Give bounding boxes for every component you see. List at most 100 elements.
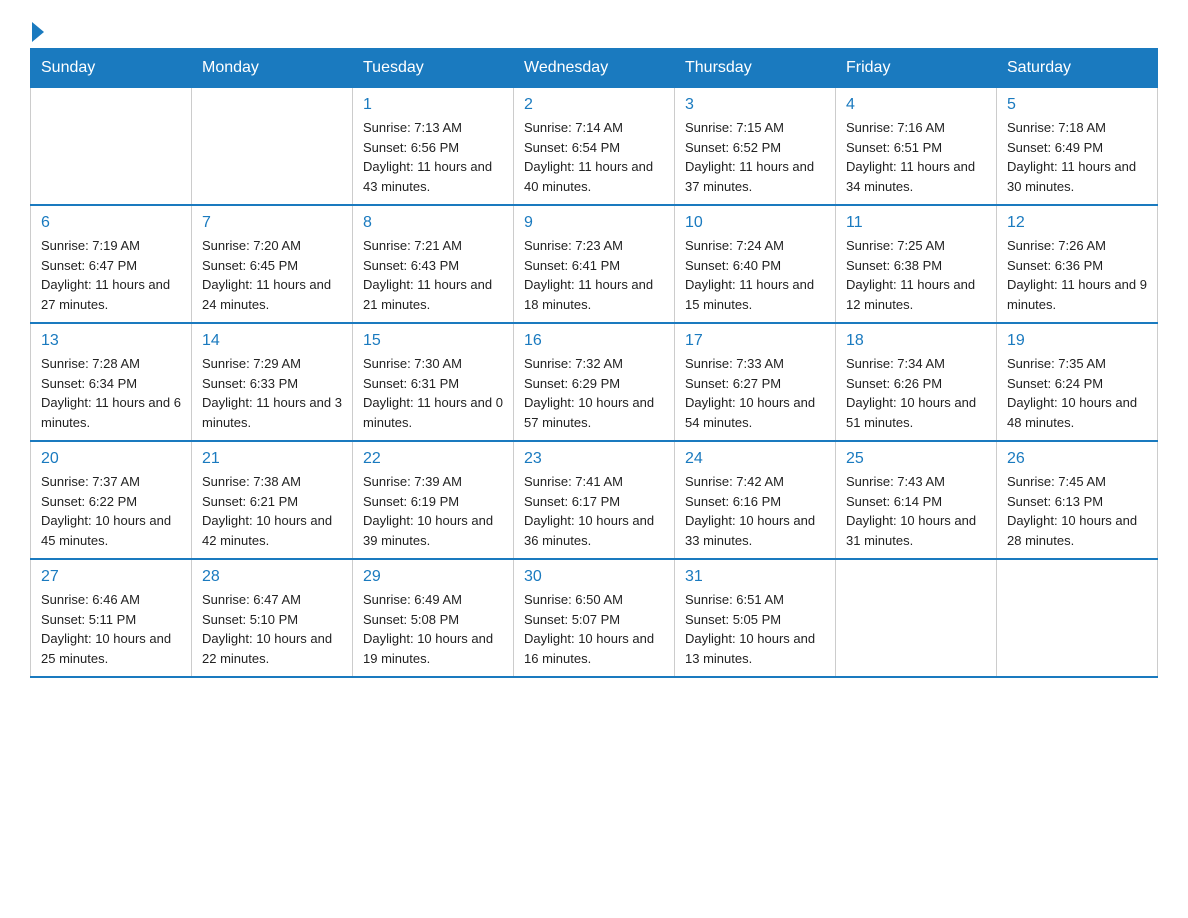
- day-number: 26: [1007, 450, 1147, 468]
- calendar-cell: 1 Sunrise: 7:13 AM Sunset: 6:56 PM Daylig…: [353, 88, 514, 206]
- page-header: [30, 20, 1158, 38]
- calendar-cell: 8 Sunrise: 7:21 AM Sunset: 6:43 PM Daylig…: [353, 205, 514, 323]
- weekday-header: Monday: [192, 49, 353, 88]
- calendar-cell: 13Sunrise: 7:28 AM Sunset: 6:34 PM Dayli…: [31, 323, 192, 441]
- day-number: 27: [41, 568, 181, 586]
- day-info: Sunrise: 7:21 AM Sunset: 6:43 PM Dayligh…: [363, 236, 503, 314]
- day-info: Sunrise: 7:35 AM Sunset: 6:24 PM Dayligh…: [1007, 354, 1147, 432]
- weekday-header: Friday: [836, 49, 997, 88]
- calendar-cell: 25Sunrise: 7:43 AM Sunset: 6:14 PM Dayli…: [836, 441, 997, 559]
- day-number: 23: [524, 450, 664, 468]
- day-info: Sunrise: 7:34 AM Sunset: 6:26 PM Dayligh…: [846, 354, 986, 432]
- calendar-cell: 31 Sunrise: 6:51 AM Sunset: 5:05 PM Dayli…: [675, 559, 836, 677]
- day-number: 14: [202, 332, 342, 350]
- day-number: 18: [846, 332, 986, 350]
- calendar-cell: 28 Sunrise: 6:47 AM Sunset: 5:10 PM Dayli…: [192, 559, 353, 677]
- day-info: Sunrise: 7:16 AM Sunset: 6:51 PM Dayligh…: [846, 118, 986, 196]
- day-number: 24: [685, 450, 825, 468]
- day-number: 1: [363, 96, 503, 114]
- day-number: 11: [846, 214, 986, 232]
- calendar-cell: 6Sunrise: 7:19 AM Sunset: 6:47 PM Daylig…: [31, 205, 192, 323]
- calendar-cell: 3 Sunrise: 7:15 AM Sunset: 6:52 PM Daylig…: [675, 88, 836, 206]
- logo-arrow-icon: [32, 22, 44, 42]
- calendar-header-row: SundayMondayTuesdayWednesdayThursdayFrid…: [31, 49, 1158, 88]
- day-info: Sunrise: 7:13 AM Sunset: 6:56 PM Dayligh…: [363, 118, 503, 196]
- day-number: 29: [363, 568, 503, 586]
- calendar-cell: [836, 559, 997, 677]
- calendar-week-row: 20 Sunrise: 7:37 AM Sunset: 6:22 PM Dayli…: [31, 441, 1158, 559]
- day-number: 22: [363, 450, 503, 468]
- weekday-header: Tuesday: [353, 49, 514, 88]
- day-info: Sunrise: 7:26 AM Sunset: 6:36 PM Dayligh…: [1007, 236, 1147, 314]
- calendar-cell: 29 Sunrise: 6:49 AM Sunset: 5:08 PM Dayli…: [353, 559, 514, 677]
- day-info: Sunrise: 7:42 AM Sunset: 6:16 PM Dayligh…: [685, 472, 825, 550]
- weekday-header: Saturday: [997, 49, 1158, 88]
- day-info: Sunrise: 7:14 AM Sunset: 6:54 PM Dayligh…: [524, 118, 664, 196]
- calendar-cell: 17 Sunrise: 7:33 AM Sunset: 6:27 PM Dayli…: [675, 323, 836, 441]
- day-info: Sunrise: 7:29 AM Sunset: 6:33 PM Dayligh…: [202, 354, 342, 432]
- calendar-cell: 21 Sunrise: 7:38 AM Sunset: 6:21 PM Dayli…: [192, 441, 353, 559]
- day-number: 2: [524, 96, 664, 114]
- calendar-cell: 11 Sunrise: 7:25 AM Sunset: 6:38 PM Dayli…: [836, 205, 997, 323]
- calendar-cell: 16Sunrise: 7:32 AM Sunset: 6:29 PM Dayli…: [514, 323, 675, 441]
- calendar-week-row: 27 Sunrise: 6:46 AM Sunset: 5:11 PM Dayli…: [31, 559, 1158, 677]
- day-number: 25: [846, 450, 986, 468]
- day-number: 15: [363, 332, 503, 350]
- day-number: 6: [41, 214, 181, 232]
- day-info: Sunrise: 6:49 AM Sunset: 5:08 PM Dayligh…: [363, 590, 503, 668]
- calendar-week-row: 1 Sunrise: 7:13 AM Sunset: 6:56 PM Daylig…: [31, 88, 1158, 206]
- weekday-header: Sunday: [31, 49, 192, 88]
- day-number: 12: [1007, 214, 1147, 232]
- day-number: 17: [685, 332, 825, 350]
- calendar-cell: 26 Sunrise: 7:45 AM Sunset: 6:13 PM Dayli…: [997, 441, 1158, 559]
- logo: [30, 20, 44, 38]
- day-info: Sunrise: 7:37 AM Sunset: 6:22 PM Dayligh…: [41, 472, 181, 550]
- day-number: 20: [41, 450, 181, 468]
- day-info: Sunrise: 6:46 AM Sunset: 5:11 PM Dayligh…: [41, 590, 181, 668]
- day-info: Sunrise: 7:32 AM Sunset: 6:29 PM Dayligh…: [524, 354, 664, 432]
- day-info: Sunrise: 7:30 AM Sunset: 6:31 PM Dayligh…: [363, 354, 503, 432]
- calendar-cell: 24 Sunrise: 7:42 AM Sunset: 6:16 PM Dayli…: [675, 441, 836, 559]
- day-number: 3: [685, 96, 825, 114]
- day-number: 10: [685, 214, 825, 232]
- calendar-cell: [997, 559, 1158, 677]
- day-info: Sunrise: 7:25 AM Sunset: 6:38 PM Dayligh…: [846, 236, 986, 314]
- day-info: Sunrise: 7:20 AM Sunset: 6:45 PM Dayligh…: [202, 236, 342, 314]
- day-info: Sunrise: 7:28 AM Sunset: 6:34 PM Dayligh…: [41, 354, 181, 432]
- day-number: 28: [202, 568, 342, 586]
- calendar-cell: 12 Sunrise: 7:26 AM Sunset: 6:36 PM Dayli…: [997, 205, 1158, 323]
- day-info: Sunrise: 7:33 AM Sunset: 6:27 PM Dayligh…: [685, 354, 825, 432]
- day-number: 8: [363, 214, 503, 232]
- calendar-cell: 2 Sunrise: 7:14 AM Sunset: 6:54 PM Daylig…: [514, 88, 675, 206]
- calendar-week-row: 6Sunrise: 7:19 AM Sunset: 6:47 PM Daylig…: [31, 205, 1158, 323]
- day-number: 5: [1007, 96, 1147, 114]
- day-info: Sunrise: 6:47 AM Sunset: 5:10 PM Dayligh…: [202, 590, 342, 668]
- day-info: Sunrise: 7:18 AM Sunset: 6:49 PM Dayligh…: [1007, 118, 1147, 196]
- day-number: 21: [202, 450, 342, 468]
- calendar-table: SundayMondayTuesdayWednesdayThursdayFrid…: [30, 48, 1158, 678]
- calendar-cell: 19Sunrise: 7:35 AM Sunset: 6:24 PM Dayli…: [997, 323, 1158, 441]
- calendar-cell: 22 Sunrise: 7:39 AM Sunset: 6:19 PM Dayli…: [353, 441, 514, 559]
- day-info: Sunrise: 7:38 AM Sunset: 6:21 PM Dayligh…: [202, 472, 342, 550]
- day-info: Sunrise: 6:50 AM Sunset: 5:07 PM Dayligh…: [524, 590, 664, 668]
- day-info: Sunrise: 7:24 AM Sunset: 6:40 PM Dayligh…: [685, 236, 825, 314]
- day-info: Sunrise: 7:41 AM Sunset: 6:17 PM Dayligh…: [524, 472, 664, 550]
- calendar-cell: 23 Sunrise: 7:41 AM Sunset: 6:17 PM Dayli…: [514, 441, 675, 559]
- calendar-cell: 14 Sunrise: 7:29 AM Sunset: 6:33 PM Dayli…: [192, 323, 353, 441]
- day-info: Sunrise: 7:45 AM Sunset: 6:13 PM Dayligh…: [1007, 472, 1147, 550]
- calendar-cell: 27 Sunrise: 6:46 AM Sunset: 5:11 PM Dayli…: [31, 559, 192, 677]
- calendar-cell: 15 Sunrise: 7:30 AM Sunset: 6:31 PM Dayli…: [353, 323, 514, 441]
- calendar-cell: [192, 88, 353, 206]
- day-info: Sunrise: 6:51 AM Sunset: 5:05 PM Dayligh…: [685, 590, 825, 668]
- calendar-week-row: 13Sunrise: 7:28 AM Sunset: 6:34 PM Dayli…: [31, 323, 1158, 441]
- day-info: Sunrise: 7:15 AM Sunset: 6:52 PM Dayligh…: [685, 118, 825, 196]
- calendar-cell: 5 Sunrise: 7:18 AM Sunset: 6:49 PM Daylig…: [997, 88, 1158, 206]
- day-number: 31: [685, 568, 825, 586]
- day-number: 9: [524, 214, 664, 232]
- calendar-cell: 7Sunrise: 7:20 AM Sunset: 6:45 PM Daylig…: [192, 205, 353, 323]
- weekday-header: Wednesday: [514, 49, 675, 88]
- day-info: Sunrise: 7:39 AM Sunset: 6:19 PM Dayligh…: [363, 472, 503, 550]
- day-info: Sunrise: 7:23 AM Sunset: 6:41 PM Dayligh…: [524, 236, 664, 314]
- calendar-cell: 9 Sunrise: 7:23 AM Sunset: 6:41 PM Daylig…: [514, 205, 675, 323]
- weekday-header: Thursday: [675, 49, 836, 88]
